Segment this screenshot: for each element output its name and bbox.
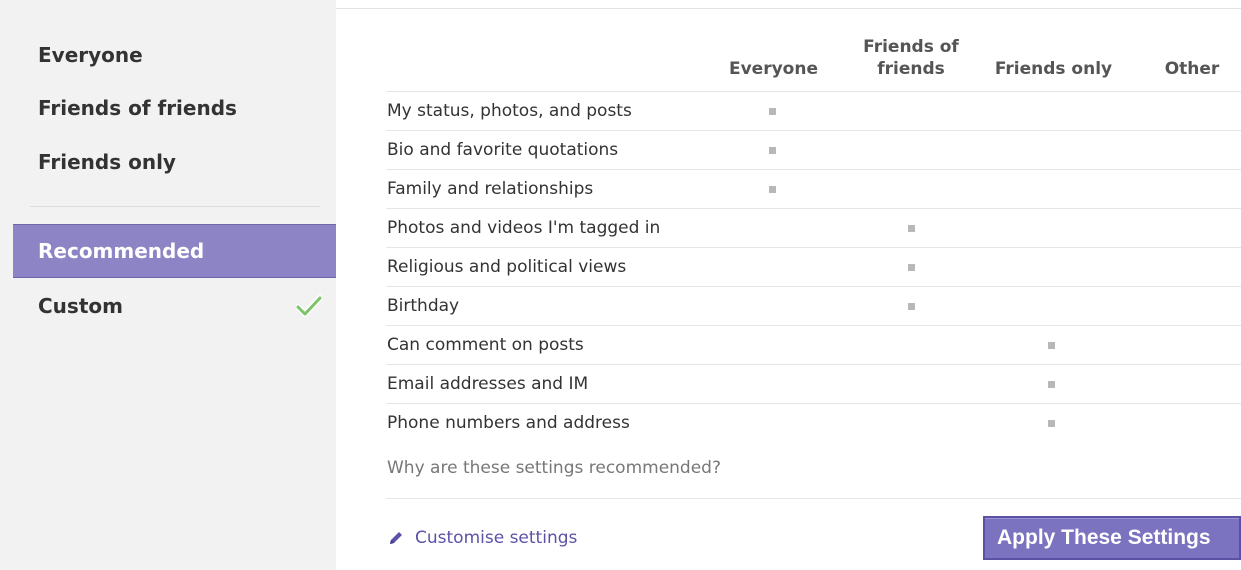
table-row: Birthday xyxy=(386,286,1241,325)
row-label: Religious and political views xyxy=(387,257,627,277)
row-label: Bio and favorite quotations xyxy=(387,140,619,160)
apply-settings-button[interactable]: Apply These Settings xyxy=(983,516,1241,560)
row-label: Can comment on posts xyxy=(387,335,584,355)
table-row: My status, photos, and posts xyxy=(386,91,1241,130)
why-recommended-link[interactable]: Why are these settings recommended? xyxy=(387,458,721,478)
row-label: Email addresses and IM xyxy=(387,374,589,394)
sidebar-item-label: Friends of friends xyxy=(38,96,237,120)
privacy-sidebar: Everyone Friends of friends Friends only… xyxy=(0,0,336,570)
sidebar-item-label: Recommended xyxy=(38,239,205,263)
row-label: My status, photos, and posts xyxy=(387,101,632,121)
pencil-icon xyxy=(390,532,402,544)
setting-marker xyxy=(769,147,776,154)
row-label: Photos and videos I'm tagged in xyxy=(387,218,661,238)
column-header-everyone: Everyone xyxy=(728,59,818,79)
setting-marker xyxy=(908,225,915,232)
row-label: Phone numbers and address xyxy=(387,413,630,433)
customise-settings-label: Customise settings xyxy=(415,528,578,548)
table-row: Religious and political views xyxy=(386,247,1241,286)
sidebar-item-friends-of-friends[interactable]: Friends of friends xyxy=(13,82,336,134)
setting-marker xyxy=(769,108,776,115)
sidebar-item-label: Custom xyxy=(38,294,123,318)
table-row: Can comment on posts xyxy=(386,325,1241,364)
sidebar-item-everyone[interactable]: Everyone xyxy=(13,29,336,81)
table-row: Bio and favorite quotations xyxy=(386,130,1241,169)
setting-marker xyxy=(1048,342,1055,349)
column-header-other: Other xyxy=(1164,59,1220,79)
footer-divider xyxy=(386,498,1241,499)
table-row: Family and relationships xyxy=(386,169,1241,208)
column-header-friends-of-friends: Friends of friends xyxy=(863,37,959,79)
table-row: Phone numbers and address xyxy=(386,403,1241,442)
sidebar-item-recommended[interactable]: Recommended xyxy=(13,224,336,278)
setting-marker xyxy=(908,303,915,310)
check-icon xyxy=(296,295,322,317)
sidebar-item-label: Everyone xyxy=(38,43,143,67)
table-row: Email addresses and IM xyxy=(386,364,1241,403)
setting-marker xyxy=(1048,420,1055,427)
column-header-friends-only: Friends only xyxy=(994,59,1113,79)
setting-marker xyxy=(908,264,915,271)
sidebar-item-custom[interactable]: Custom xyxy=(13,280,336,332)
sidebar-item-friends-only[interactable]: Friends only xyxy=(13,136,336,188)
row-label: Birthday xyxy=(387,296,460,316)
row-label: Family and relationships xyxy=(387,179,594,199)
customise-settings-link[interactable]: Customise settings xyxy=(387,525,577,551)
setting-marker xyxy=(1048,381,1055,388)
sidebar-item-label: Friends only xyxy=(38,150,176,174)
sidebar-divider xyxy=(30,206,320,207)
setting-marker xyxy=(769,186,776,193)
table-row: Photos and videos I'm tagged in xyxy=(386,208,1241,247)
privacy-settings-table: Everyone Friends of friends Friends only… xyxy=(386,0,1241,570)
